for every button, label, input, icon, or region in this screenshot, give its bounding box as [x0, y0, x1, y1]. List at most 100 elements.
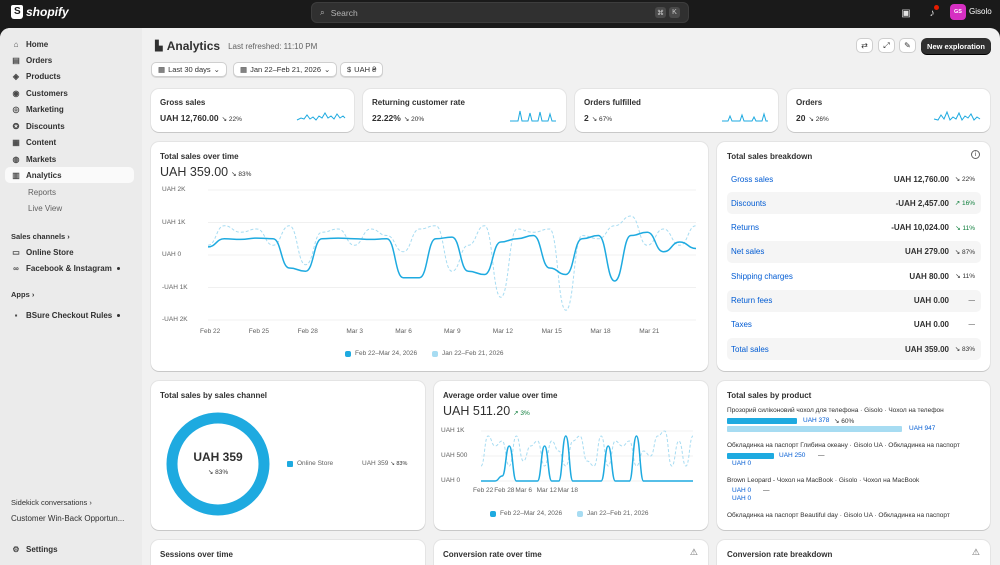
breakdown-label[interactable]: Discounts [731, 199, 766, 208]
y-tick-label: UAH 500 [441, 452, 468, 459]
breakdown-row[interactable]: Discounts -UAH 2,457.00 ↗ 16% [727, 192, 981, 215]
kpi-title: Gross sales [160, 98, 206, 107]
currency-select[interactable]: $ UAH ₴ [340, 62, 384, 77]
breakdown-label[interactable]: Total sales [731, 345, 769, 354]
sidebar-item-products[interactable]: ◈ Products [5, 68, 134, 84]
legend-current[interactable]: Feb 22–Mar 24, 2026 [345, 350, 417, 357]
breakdown-label[interactable]: Net sales [731, 247, 764, 256]
product-value-previous: UAH 0 [732, 495, 752, 502]
sidekick-conversation-item[interactable]: Customer Win-Back Opportun... [11, 514, 124, 523]
breakdown-row[interactable]: Return fees UAH 0.00 — [727, 289, 981, 312]
sidebar-item-home[interactable]: ⌂ Home [5, 36, 134, 52]
breakdown-row[interactable]: Shipping charges UAH 80.00 ↘ 11% [727, 265, 981, 287]
card-title[interactable]: Conversion rate breakdown [727, 550, 832, 559]
x-tick-label: Mar 18 [590, 328, 611, 335]
sidebar-item-analytics[interactable]: ▥ Analytics [5, 167, 134, 183]
warning-icon[interactable]: ⚠ [972, 547, 980, 558]
breakdown-label[interactable]: Return fees [731, 296, 772, 305]
kpi-card-returning-rate[interactable]: Returning customer rate 22.22% ↘ 20% [363, 89, 566, 132]
legend-label: Jan 22–Feb 21, 2026 [587, 510, 649, 517]
card-title[interactable]: Conversion rate over time [443, 550, 542, 559]
kpi-card-orders-fulfilled[interactable]: Orders fulfilled 2 ↘ 67% [575, 89, 778, 132]
breakdown-label[interactable]: Taxes [731, 320, 752, 329]
card-title[interactable]: Average order value over time [443, 391, 557, 400]
total-sales-value: UAH 359.00 ↘ 83% [160, 165, 251, 179]
sidebar-item-label: Settings [26, 544, 58, 554]
search-input[interactable]: ⌕ Search ⌘ K [311, 2, 689, 23]
kpi-pct: ↘ 22% [221, 116, 242, 123]
more-dot-icon [117, 313, 120, 317]
sidebar-item-label: BSure Checkout Rules [26, 310, 113, 320]
legend-previous[interactable]: Jan 22–Feb 21, 2026 [577, 510, 648, 517]
sales-channels-label[interactable]: Sales channels › [11, 232, 70, 241]
breakdown-label[interactable]: Returns [731, 223, 759, 232]
legend-current[interactable]: Feb 22–Mar 24, 2026 [490, 510, 562, 517]
sidebar-item-discounts[interactable]: ✪ Discounts [5, 118, 134, 134]
breakdown-value: -UAH 10,024.00 [891, 223, 949, 233]
fullscreen-button[interactable]: ⤢ [878, 38, 895, 53]
card-title[interactable]: Sessions over time [160, 550, 233, 559]
info-icon[interactable]: i [971, 150, 980, 159]
sidebar-item-marketing[interactable]: ◎ Marketing [5, 101, 134, 117]
card-title[interactable]: Total sales over time [160, 152, 239, 161]
legend-previous[interactable]: Jan 22–Feb 21, 2026 [432, 350, 503, 357]
top-bar: shopify ⌕ Search ⌘ K ▣ ♪ GS Gisolo [0, 0, 1000, 28]
store-icon[interactable]: ▣ [900, 7, 912, 19]
breakdown-row[interactable]: Total sales UAH 359.00 ↘ 83% [727, 338, 981, 361]
sidebar-item-reports[interactable]: Reports [5, 184, 134, 200]
calendar-icon: ▦ [158, 65, 166, 74]
edit-button[interactable]: ✎ [899, 38, 916, 53]
compare-button[interactable]: ⇄ [856, 38, 873, 53]
sidebar-item-label: Products [26, 71, 61, 81]
breakdown-label[interactable]: Gross sales [731, 175, 773, 184]
date-range-select[interactable]: ▦ Last 30 days ⌄ [151, 62, 227, 77]
kpi-value: 22.22% ↘ 20% [372, 113, 424, 123]
sidekick-label[interactable]: Sidekick conversations › [11, 498, 92, 507]
sidebar-item-settings[interactable]: ⚙ Settings [5, 541, 134, 557]
kpi-card-orders[interactable]: Orders 20 ↘ 26% [787, 89, 990, 132]
breakdown-value: UAH 279.00 [904, 247, 949, 257]
page-header: ▙ Analytics Last refreshed: 11:10 PM [155, 39, 317, 53]
app-shell: ⌂ Home ▤ Orders ◈ Products ◉ Customers ◎ Mark… [0, 28, 1000, 565]
currency-icon: $ [347, 65, 352, 74]
channel-legend[interactable]: Online Store [287, 460, 333, 467]
new-exploration-button[interactable]: New exploration [921, 38, 991, 54]
breakdown-row[interactable]: Returns -UAH 10,024.00 ↘ 11% [727, 217, 981, 239]
globe-icon: ◍ [12, 154, 20, 164]
calendar-icon: ▦ [240, 65, 248, 74]
sidebar-item-orders[interactable]: ▤ Orders [5, 52, 134, 68]
card-title[interactable]: Total sales by sales channel [160, 391, 267, 400]
sidebar-item-content[interactable]: ▦ Content [5, 134, 134, 150]
card-title[interactable]: Total sales breakdown [727, 152, 812, 161]
kpi-card-gross-sales[interactable]: Gross sales UAH 12,760.00 ↘ 22% [151, 89, 354, 132]
store-name[interactable]: Gisolo [969, 7, 992, 16]
avatar[interactable]: GS [950, 4, 966, 20]
x-tick-label: Mar 15 [541, 328, 562, 335]
breakdown-row[interactable]: Taxes UAH 0.00 — [727, 314, 981, 336]
breakdown-row[interactable]: Gross sales UAH 12,760.00 ↘ 22% [727, 168, 981, 190]
sidebar-item-customers[interactable]: ◉ Customers [5, 85, 134, 101]
kbd-k: K [669, 7, 680, 18]
breakdown-row[interactable]: Net sales UAH 279.00 ↘ 87% [727, 240, 981, 263]
home-icon: ⌂ [13, 39, 19, 49]
card-title[interactable]: Total sales by product [727, 391, 811, 400]
comparison-select[interactable]: ▦ Jan 22–Feb 21, 2026 ⌄ [233, 62, 338, 77]
sidebar-item-facebook[interactable]: ∞ Facebook & Instagram [5, 260, 134, 276]
chevron-right-icon: › [31, 290, 35, 299]
legend-label: Feb 22–Mar 24, 2026 [500, 510, 563, 517]
page-title: Analytics [166, 39, 221, 53]
warning-icon[interactable]: ⚠ [690, 547, 698, 558]
orders-icon: ▤ [12, 55, 20, 65]
sidebar: ⌂ Home ▤ Orders ◈ Products ◉ Customers ◎ Mark… [0, 28, 142, 565]
sidebar-item-bsure[interactable]: ▪ BSure Checkout Rules [5, 307, 134, 323]
sidebar-item-markets[interactable]: ◍ Markets [5, 151, 134, 167]
apps-label[interactable]: Apps › [11, 290, 34, 299]
aov-value: UAH 511.20 ↗ 3% [443, 404, 530, 418]
breakdown-pct: ↗ 16% [954, 200, 975, 208]
sales-by-product-card: Total sales by product Прозорий силіконо… [717, 381, 990, 530]
date-range-label: Last 30 days [168, 65, 211, 74]
sidebar-item-live-view[interactable]: Live View [5, 200, 134, 216]
breakdown-label[interactable]: Shipping charges [731, 272, 793, 281]
sidebar-item-online-store[interactable]: ▭ Online Store [5, 244, 134, 260]
shopify-logo[interactable]: shopify [11, 5, 69, 19]
